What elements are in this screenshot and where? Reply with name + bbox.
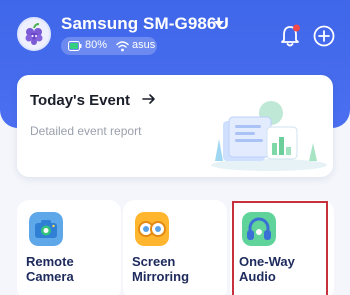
selection-highlight xyxy=(232,201,328,295)
wifi-name: asus xyxy=(132,39,156,51)
arrow-right-icon[interactable] xyxy=(141,91,157,107)
device-name[interactable]: Samsung SM-G986U xyxy=(61,14,229,34)
event-card-title: Today's Event xyxy=(30,92,130,109)
todays-event-card[interactable]: Today's Event Detailed event report xyxy=(17,75,333,177)
battery-level: 80% xyxy=(85,39,108,51)
camera-icon xyxy=(29,212,63,246)
grape-avatar-icon xyxy=(25,23,43,45)
mirroring-icon xyxy=(135,212,169,246)
avatar[interactable] xyxy=(17,17,51,51)
bell-icon[interactable] xyxy=(279,24,301,48)
tile-remote-camera[interactable]: Remote Camera xyxy=(17,200,121,295)
tile-screen-mirroring-label: Screen Mirroring xyxy=(132,254,190,284)
device-status-pill: 80% asus xyxy=(61,37,157,55)
tile-remote-camera-label: Remote Camera xyxy=(26,254,74,284)
battery-icon xyxy=(68,41,82,51)
event-card-subtitle: Detailed event report xyxy=(30,124,142,138)
tile-screen-mirroring[interactable]: Screen Mirroring xyxy=(123,200,227,295)
caret-down-icon[interactable] xyxy=(214,21,224,27)
add-icon[interactable] xyxy=(313,25,335,47)
wifi-icon xyxy=(116,41,129,52)
event-report-illustration xyxy=(211,101,327,171)
